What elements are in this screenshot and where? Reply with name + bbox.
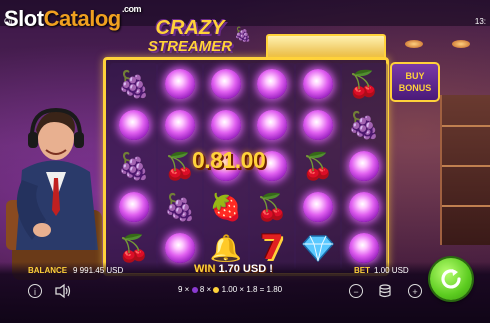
orb-icon xyxy=(303,69,333,99)
orb-icon xyxy=(349,192,379,222)
balance-label: BALANCE xyxy=(28,266,68,275)
watermark: SlotCatalog .com xyxy=(4,4,142,32)
bar-shelf xyxy=(440,95,490,245)
win-value: 1.70 USD ! xyxy=(218,263,273,275)
orb-icon xyxy=(349,233,379,263)
cherry-icon: 🍒 xyxy=(301,151,335,181)
grape-symbol-icon xyxy=(191,286,198,293)
formula-count-a: 9 × xyxy=(178,285,190,294)
orb-symbol xyxy=(253,65,291,103)
watermark-part2: Catalog xyxy=(43,6,122,31)
logo-line2: STREAMER xyxy=(147,38,233,55)
spin-arrow-icon xyxy=(441,269,461,289)
win-display: WIN 1.70 USD ! xyxy=(194,263,273,275)
formula-rest: 1.00 × 1.8 = 1.80 xyxy=(221,285,283,294)
win-label: WIN xyxy=(194,263,216,275)
orb-symbol xyxy=(299,65,337,103)
buy-bonus-line1: BUY xyxy=(405,71,425,81)
orb-icon xyxy=(211,69,241,99)
ceiling-lamp xyxy=(405,40,423,48)
orb-icon xyxy=(257,110,287,140)
coin-symbol-icon xyxy=(213,286,220,293)
ceiling-lamp xyxy=(452,40,470,48)
buy-bonus-line2: BONUS xyxy=(398,83,432,93)
grapes-symbol: 🍇 xyxy=(115,147,153,185)
orb-icon xyxy=(349,151,379,181)
info-icon[interactable]: i xyxy=(28,284,42,298)
bet-label: BET xyxy=(354,266,370,275)
balance-value: 9 991.45 USD xyxy=(73,266,124,275)
grapes-icon: 🍇 xyxy=(117,151,151,181)
orb-icon xyxy=(211,110,241,140)
orb-symbol xyxy=(161,106,199,144)
grapes-symbol: 🍇 xyxy=(115,65,153,103)
orb-icon xyxy=(257,69,287,99)
orb-symbol xyxy=(345,188,383,226)
orb-icon xyxy=(303,110,333,140)
buy-bonus-button[interactable]: BUY BONUS xyxy=(390,62,440,102)
multiplier-text: 0.8⁠1.00 xyxy=(192,147,266,173)
orb-icon xyxy=(165,110,195,140)
orb-icon xyxy=(303,192,333,222)
watermark-part1: Slot xyxy=(4,6,44,31)
orb-symbol xyxy=(115,188,153,226)
cherry-symbol: 🍒 xyxy=(345,65,383,103)
orb-symbol xyxy=(299,106,337,144)
formula-count-b: 8 × xyxy=(199,285,212,294)
streamer-character xyxy=(6,107,102,280)
diamond-icon xyxy=(302,235,334,262)
minus-icon[interactable]: − xyxy=(349,284,363,298)
orb-symbol xyxy=(161,65,199,103)
orb-icon xyxy=(165,233,195,263)
grapes-symbol: 🍇 xyxy=(345,106,383,144)
logo-line1: CRAZY xyxy=(155,17,225,39)
speaker-icon[interactable] xyxy=(54,283,72,299)
grapes-icon: 🍇 xyxy=(117,69,151,99)
orb-symbol xyxy=(345,147,383,185)
orb-symbol xyxy=(207,106,245,144)
orb-symbol xyxy=(253,106,291,144)
cherry-symbol: 🍒 xyxy=(253,188,291,226)
grapes-icon: 🍇 xyxy=(234,26,252,42)
strawberry-icon: 🍓 xyxy=(209,192,243,222)
orb-icon xyxy=(119,192,149,222)
cherry-icon: 🍒 xyxy=(347,69,381,99)
orb-symbol xyxy=(207,65,245,103)
grapes-icon: 🍇 xyxy=(347,110,381,140)
orb-icon xyxy=(165,69,195,99)
orb-icon xyxy=(119,110,149,140)
spin-button[interactable] xyxy=(430,258,472,300)
coins-icon[interactable] xyxy=(378,283,392,299)
watermark-suffix: .com xyxy=(122,4,142,14)
plus-icon[interactable]: + xyxy=(408,284,422,298)
grapes-symbol: 🍇 xyxy=(161,188,199,226)
orb-symbol xyxy=(115,106,153,144)
orb-symbol xyxy=(299,188,337,226)
bet-value: 1.00 USD xyxy=(374,266,409,275)
cherry-icon: 🍒 xyxy=(255,192,289,222)
cherry-symbol: 🍒 xyxy=(299,147,337,185)
grapes-icon: 🍇 xyxy=(163,192,197,222)
clock: 13: xyxy=(474,17,486,26)
strawberry-symbol: 🍓 xyxy=(207,188,245,226)
win-formula: 9 × 8 × 1.00 × 1.8 = 1.80 xyxy=(178,285,282,294)
